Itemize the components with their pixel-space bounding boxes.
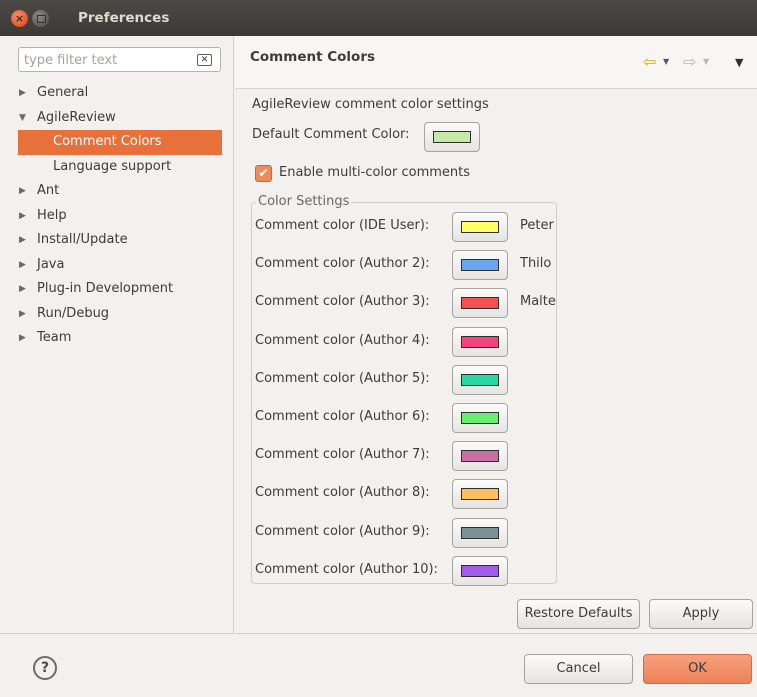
collapsed-arrow-icon[interactable]: ▶ — [19, 302, 31, 326]
view-menu-icon[interactable]: ▼ — [735, 56, 743, 69]
forward-arrow-icon: ⇨ — [683, 52, 697, 71]
page-description: AgileReview comment color settings — [252, 97, 489, 112]
default-color-button[interactable] — [424, 122, 480, 152]
collapsed-arrow-icon[interactable]: ▶ — [19, 81, 31, 105]
tree-item-label: Comment Colors — [53, 134, 162, 149]
color-picker-button[interactable] — [452, 517, 508, 548]
filter-box: ✕ — [18, 47, 221, 72]
tree-item-install-update[interactable]: ▶ Install/Update — [0, 228, 234, 253]
color-swatch — [461, 412, 499, 424]
preferences-tree-panel: ✕ ▶ General ▼ AgileReview Comment Colors Lang… — [0, 36, 234, 633]
tree-item-agilereview[interactable]: ▼ AgileReview — [0, 106, 234, 131]
tree-item-language-support[interactable]: Language support — [0, 155, 234, 180]
color-swatch — [461, 259, 499, 272]
tree-item-label: Language support — [53, 158, 172, 174]
tree-item-general[interactable]: ▶ General — [0, 81, 234, 106]
tree-item-java[interactable]: ▶ Java — [0, 253, 234, 278]
color-row-label: Comment color (Author 9): — [255, 523, 430, 539]
filter-input[interactable] — [24, 51, 184, 69]
author-name: Malte — [520, 294, 556, 310]
back-arrow-icon[interactable]: ⇦ — [643, 52, 656, 71]
color-row-label: Comment color (Author 8): — [255, 485, 430, 501]
maximize-window-icon[interactable] — [32, 10, 49, 27]
tree-item-ant[interactable]: ▶ Ant — [0, 179, 234, 204]
color-row-label: Comment color (Author 2): — [255, 256, 430, 272]
color-swatch — [461, 373, 499, 386]
color-row-label: Comment color (IDE User): — [255, 218, 430, 233]
preference-page: Comment Colors ⇦ ▼ ⇨ ▼ ▼ AgileReview com… — [235, 36, 757, 633]
tree-item-label: Plug-in Development — [37, 281, 174, 296]
dialog-button-bar: ? Cancel OK — [0, 633, 757, 697]
color-picker-button[interactable] — [452, 403, 508, 433]
color-picker-button[interactable] — [452, 441, 508, 472]
color-row-label: Comment color (Author 5): — [255, 370, 430, 386]
default-color-label: Default Comment Color: — [252, 127, 410, 142]
tree-item-run-debug[interactable]: ▶ Run/Debug — [0, 302, 234, 327]
collapsed-arrow-icon[interactable]: ▶ — [19, 228, 31, 252]
color-settings-group: Color Settings Comment color (IDE User):… — [251, 194, 557, 586]
tree-item-label: General — [37, 85, 89, 100]
tree-item-plug-in-development[interactable]: ▶ Plug-in Development — [0, 277, 234, 302]
collapsed-arrow-icon[interactable]: ▶ — [19, 253, 31, 277]
preferences-tree: ▶ General ▼ AgileReview Comment Colors Langua… — [0, 81, 234, 351]
tree-item-label: Java — [37, 256, 65, 272]
color-row-label: Comment color (Author 4): — [255, 332, 430, 348]
help-icon[interactable]: ? — [33, 656, 57, 680]
default-color-swatch — [433, 131, 471, 143]
color-row-label: Comment color (Author 7): — [255, 447, 430, 463]
collapsed-arrow-icon[interactable]: ▶ — [19, 179, 31, 203]
tree-item-help[interactable]: ▶ Help — [0, 204, 234, 229]
page-title: Comment Colors — [250, 49, 376, 65]
page-header: Comment Colors ⇦ ▼ ⇨ ▼ ▼ — [235, 36, 757, 89]
collapsed-arrow-icon[interactable]: ▶ — [19, 326, 31, 350]
multi-color-label: Enable multi-color comments — [279, 165, 471, 180]
tree-item-comment-colors[interactable]: Comment Colors — [18, 130, 222, 155]
tree-item-label: Team — [37, 330, 72, 345]
ok-button[interactable]: OK — [643, 654, 752, 684]
group-title: Color Settings — [256, 194, 352, 210]
clear-filter-icon[interactable]: ✕ — [197, 54, 212, 66]
color-picker-button[interactable] — [452, 288, 508, 319]
color-picker-button[interactable] — [452, 479, 508, 510]
checkmark-icon: ✔ — [258, 166, 269, 180]
multi-color-checkbox[interactable]: ✔ — [255, 165, 272, 182]
back-dropdown-icon[interactable]: ▼ — [663, 57, 669, 66]
forward-dropdown-icon: ▼ — [703, 57, 710, 66]
preferences-window: × Preferences ✕ ▶ General ▼ AgileReview Comm… — [0, 0, 757, 697]
collapsed-arrow-icon[interactable]: ▶ — [19, 204, 31, 228]
color-swatch — [461, 297, 499, 310]
color-row-label: Comment color (Author 6): — [255, 409, 430, 424]
collapsed-arrow-icon[interactable]: ▶ — [19, 277, 31, 301]
apply-button[interactable]: Apply — [649, 599, 753, 629]
color-row-label: Comment color (Author 3): — [255, 294, 430, 310]
color-row-label: Comment color (Author 10): — [255, 561, 438, 577]
window-title: Preferences — [78, 10, 170, 26]
expanded-arrow-icon[interactable]: ▼ — [19, 106, 31, 130]
color-picker-button[interactable] — [452, 364, 508, 395]
close-window-icon[interactable]: × — [11, 10, 28, 27]
author-name: Thilo — [520, 256, 552, 272]
tree-item-label: Help — [37, 207, 67, 223]
color-swatch — [461, 335, 499, 348]
author-name: Peter — [520, 218, 554, 233]
tree-item-label: Run/Debug — [37, 305, 110, 321]
tree-item-team[interactable]: ▶ Team — [0, 326, 234, 351]
cancel-button[interactable]: Cancel — [524, 654, 633, 684]
color-swatch — [461, 526, 499, 539]
color-swatch — [461, 450, 499, 463]
color-picker-button[interactable] — [452, 212, 508, 242]
color-swatch — [461, 221, 499, 233]
color-picker-button[interactable] — [452, 250, 508, 281]
tree-item-label: Install/Update — [37, 232, 128, 247]
color-swatch — [461, 564, 499, 577]
tree-item-label: Ant — [37, 183, 60, 198]
color-picker-button[interactable] — [452, 326, 508, 357]
color-swatch — [461, 488, 499, 501]
title-bar: × Preferences — [0, 0, 757, 36]
tree-item-label: AgileReview — [37, 109, 116, 125]
color-picker-button[interactable] — [452, 555, 508, 586]
restore-defaults-button[interactable]: Restore Defaults — [517, 599, 640, 629]
